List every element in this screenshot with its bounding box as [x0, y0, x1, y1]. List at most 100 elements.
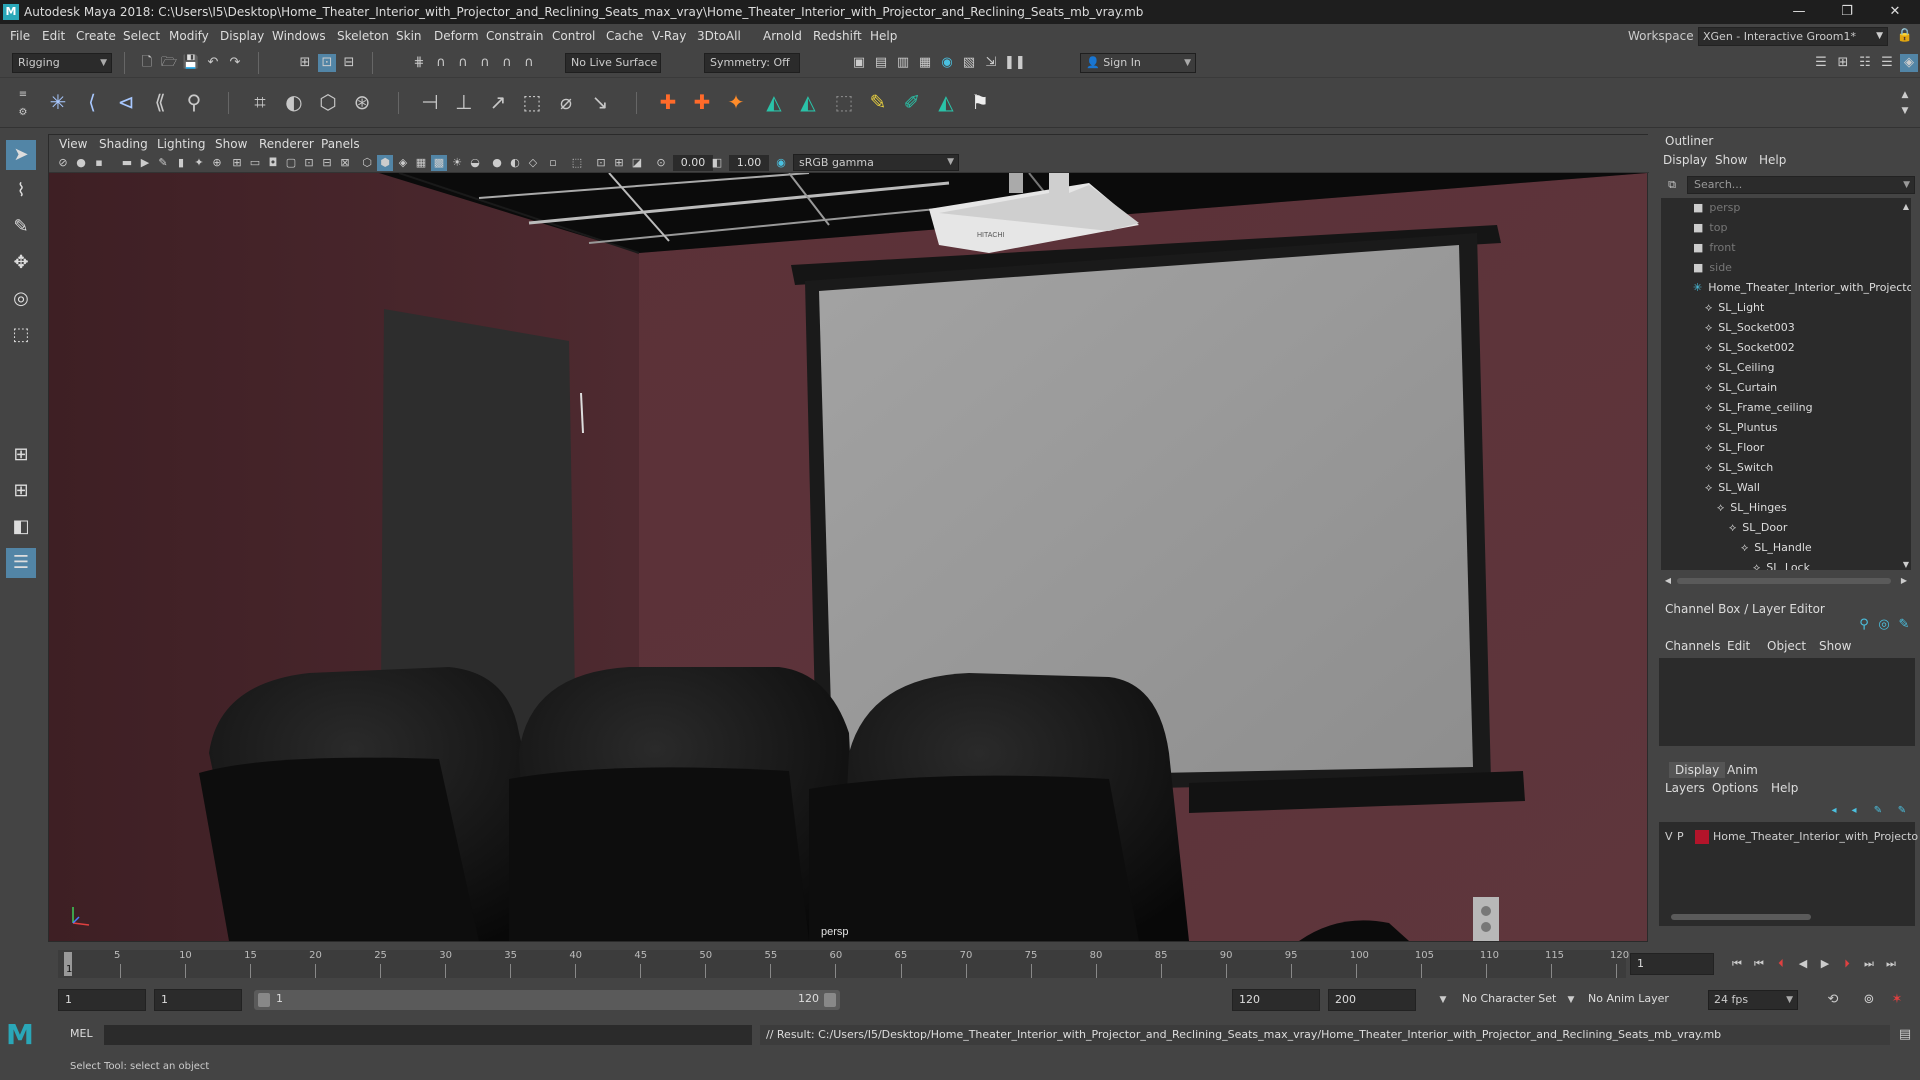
shadows-icon[interactable]: ☀ — [449, 155, 465, 171]
select-hierarchy-icon[interactable]: ⊞ — [296, 54, 314, 72]
menu-constrain[interactable]: Constrain — [486, 24, 544, 48]
ik-spline-icon[interactable]: ⊲ — [112, 88, 140, 116]
wireframe-icon[interactable]: ⬡ — [359, 155, 375, 171]
key-translate-icon[interactable]: ✚ — [688, 88, 716, 116]
vray-light-icon[interactable]: ◭ — [794, 88, 822, 116]
scale-tool-icon[interactable]: ⬚ — [6, 320, 36, 350]
select-component-icon[interactable]: ⊟ — [340, 54, 358, 72]
set-key-icon[interactable]: ✚ — [654, 88, 682, 116]
menu-vray[interactable]: V-Ray — [652, 24, 686, 48]
channel-menu-object[interactable]: Object — [1767, 638, 1806, 654]
scroll-left-icon[interactable]: ◀ — [1659, 572, 1677, 590]
snap-grid-icon[interactable]: ⋕ — [410, 54, 428, 72]
snap-point-icon[interactable]: ∩ — [454, 54, 472, 72]
parent-constraint-icon[interactable]: ⊥ — [450, 88, 478, 116]
select-camera-icon[interactable]: ⊘ — [55, 155, 71, 171]
lock-icon[interactable]: 🔒 — [1896, 27, 1914, 45]
depth-of-field-icon[interactable]: ▫ — [545, 155, 561, 171]
animation-start-field[interactable]: 1 — [154, 989, 242, 1011]
field-chart-icon[interactable]: ⊡ — [301, 155, 317, 171]
outliner-item[interactable]: ⟡ SL_Door — [1729, 518, 1787, 538]
lasso-tool-icon[interactable]: ⌇ — [6, 176, 36, 206]
step-forward-frame-icon[interactable]: ⏵ — [1838, 955, 1856, 973]
outliner-item[interactable]: ■ persp — [1693, 198, 1740, 218]
lattice-icon[interactable]: ⬡ — [314, 88, 342, 116]
pole-vector-icon[interactable]: ↘ — [586, 88, 614, 116]
move-layer-up-icon[interactable]: ◂ — [1825, 802, 1843, 820]
outliner-layout-icon[interactable]: ☰ — [6, 548, 36, 578]
textured-icon[interactable]: ▦ — [413, 155, 429, 171]
exposure-field[interactable]: 0.00 — [673, 155, 713, 171]
channel-box-toggle-icon[interactable]: ⚲ — [1855, 616, 1873, 634]
minimize-button[interactable]: — — [1776, 0, 1822, 24]
outliner-search-input[interactable]: Search... ▼ — [1687, 176, 1915, 194]
workspace-dropdown[interactable]: XGen - Interactive Groom1* ▼ — [1698, 27, 1888, 46]
humanik-icon[interactable]: ⚲ — [180, 88, 208, 116]
attribute-editor-toggle-icon[interactable]: ◎ — [1875, 616, 1893, 634]
menu-modify[interactable]: Modify — [169, 24, 209, 48]
2d-pan-zoom-icon[interactable]: ▶ — [137, 155, 153, 171]
sign-in-dropdown[interactable]: 👤 Sign In ▼ — [1080, 53, 1196, 73]
two-view-layout-icon[interactable]: ◧ — [6, 512, 36, 542]
character-icon[interactable]: ✦ — [722, 88, 750, 116]
menu-cache[interactable]: Cache — [606, 24, 643, 48]
image-plane-icon[interactable]: ▬ — [119, 155, 135, 171]
toggle-modeling-toolkit-icon[interactable]: ◈ — [1900, 54, 1918, 72]
end-time-field[interactable]: 120 — [1232, 989, 1320, 1011]
menu-display[interactable]: Display — [220, 24, 264, 48]
outliner-item[interactable]: ■ side — [1693, 258, 1732, 278]
outliner-menu-show[interactable]: Show — [1715, 152, 1747, 168]
bookmark-icon[interactable]: ▪ — [91, 155, 107, 171]
render-sequence-icon[interactable]: ▤ — [872, 54, 890, 72]
select-tool-icon[interactable]: ➤ — [6, 140, 36, 170]
locator-icon[interactable]: ⊣ — [416, 88, 444, 116]
outliner-item[interactable]: ⟡ SL_Curtain — [1705, 378, 1777, 398]
smooth-shade-icon[interactable]: ⬢ — [377, 155, 393, 171]
new-layer-selected-icon[interactable]: ✎ — [1893, 802, 1911, 820]
go-to-end-icon[interactable]: ⏭ — [1882, 955, 1900, 973]
layer-scrollbar[interactable] — [1671, 914, 1811, 920]
menu-redshift[interactable]: Redshift — [813, 24, 862, 48]
resolution-gate-icon[interactable]: ◘ — [265, 155, 281, 171]
undo-icon[interactable]: ↶ — [204, 54, 222, 72]
channel-menu-edit[interactable]: Edit — [1727, 638, 1750, 654]
ambient-occlusion-icon[interactable]: ● — [489, 155, 505, 171]
layer-name[interactable]: Home_Theater_Interior_with_Projecto — [1713, 830, 1918, 843]
film-gate-icon[interactable]: ▭ — [247, 155, 263, 171]
menu-file[interactable]: File — [10, 24, 30, 48]
auto-key-icon[interactable]: ⊚ — [1860, 991, 1878, 1009]
move-layer-down-icon[interactable]: ◂ — [1845, 802, 1863, 820]
script-editor-icon[interactable]: ▤ — [1896, 1026, 1914, 1044]
snap-pivot-icon[interactable]: ∩ — [520, 54, 538, 72]
select-object-icon[interactable]: ⊡ — [318, 54, 336, 72]
menu-deform[interactable]: Deform — [434, 24, 479, 48]
outliner-item[interactable]: ⟡ SL_Handle — [1741, 538, 1812, 558]
anim-layer-dropdown[interactable]: No Anim Layer — [1582, 989, 1682, 1011]
outliner-item[interactable]: ✳ Home_Theater_Interior_with_Projecto — [1693, 278, 1911, 298]
menu-windows[interactable]: Windows — [272, 24, 326, 48]
layer-row[interactable]: V P Home_Theater_Interior_with_Projecto — [1659, 828, 1918, 846]
toggle-tool-settings-icon[interactable]: ☷ — [1856, 54, 1874, 72]
use-all-lights-icon[interactable]: ▩ — [431, 155, 447, 171]
safe-title-icon[interactable]: ⊠ — [337, 155, 353, 171]
menu-select[interactable]: Select — [123, 24, 160, 48]
camera-lock-icon[interactable]: ▮ — [173, 155, 189, 171]
snap-surface-icon[interactable]: ∩ — [498, 54, 516, 72]
outliner-item[interactable]: ⟡ SL_Frame_ceiling — [1705, 398, 1813, 418]
live-surface-dropdown[interactable]: No Live Surface — [565, 53, 661, 73]
shelf-menu-icon[interactable]: ≡ — [14, 86, 32, 104]
outliner-item[interactable]: ⟡ SL_Light — [1705, 298, 1764, 318]
outliner-item[interactable]: ⟡ SL_Socket002 — [1705, 338, 1795, 358]
tool-settings-toggle-icon[interactable]: ✎ — [1895, 616, 1913, 634]
outliner-item[interactable]: ⟡ SL_Lock — [1753, 558, 1810, 570]
range-end-handle[interactable] — [824, 993, 836, 1007]
xray-icon[interactable]: ◒ — [467, 155, 483, 171]
view-transform-dropdown[interactable]: sRGB gamma ▼ — [793, 154, 959, 171]
close-button[interactable]: ✕ — [1872, 0, 1918, 24]
xray-joints-icon[interactable]: ⊡ — [593, 155, 609, 171]
paint-select-tool-icon[interactable]: ✎ — [6, 212, 36, 242]
layer-menu-layers[interactable]: Layers — [1665, 780, 1705, 796]
rotate-tool-icon[interactable]: ◎ — [6, 284, 36, 314]
wireframe-on-shaded-icon[interactable]: ◈ — [395, 155, 411, 171]
layer-color-swatch[interactable] — [1695, 830, 1709, 844]
